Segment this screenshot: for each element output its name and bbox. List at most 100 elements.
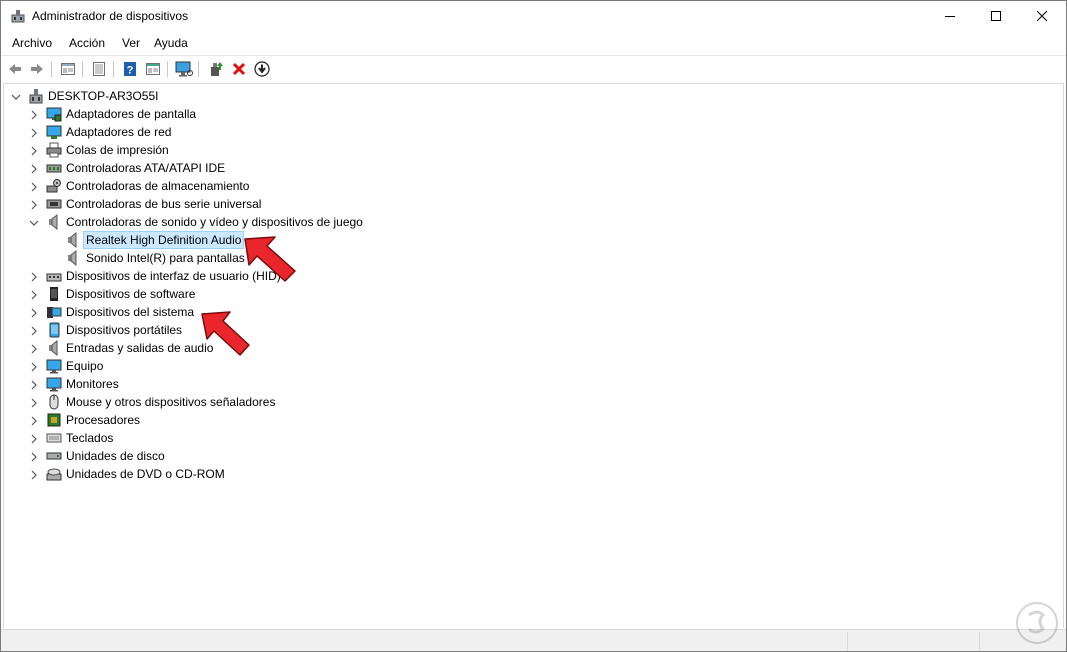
tree-item-usb-controllers[interactable]: Controladoras de bus serie universal (4, 195, 1063, 213)
monitor-icon (46, 376, 62, 392)
show-hide-console-button[interactable] (58, 59, 78, 79)
chevron-right-icon[interactable] (29, 361, 39, 372)
chevron-down-icon[interactable] (29, 217, 39, 227)
tree-item-print-queues[interactable]: Colas de impresión (4, 141, 1063, 159)
minimize-button[interactable] (927, 1, 973, 31)
menu-accion[interactable]: Acción (69, 36, 105, 50)
uninstall-button[interactable] (229, 59, 249, 79)
svg-text:?: ? (127, 65, 134, 77)
tree-item-label: Equipo (66, 359, 104, 373)
scan-hardware-button[interactable] (174, 59, 194, 79)
computer-icon (46, 358, 62, 374)
chevron-right-icon[interactable] (29, 379, 39, 390)
device-manager-app-icon (11, 9, 25, 23)
show-icon (146, 63, 160, 75)
tree-item-display-adapters[interactable]: Adaptadores de pantalla (4, 105, 1063, 123)
disable-device-button[interactable] (252, 59, 272, 79)
menu-ver[interactable]: Ver (122, 36, 140, 50)
download-icon (254, 61, 270, 77)
tree-item-ide-controllers[interactable]: Controladoras ATA/ATAPI IDE (4, 159, 1063, 177)
speaker-icon (65, 249, 81, 267)
toolbar: ? (1, 55, 1066, 81)
tree-item-computer[interactable]: Equipo (4, 357, 1063, 375)
chevron-right-icon[interactable] (29, 289, 39, 300)
chevron-right-icon[interactable] (29, 343, 39, 354)
tree-item-storage-controllers[interactable]: Controladoras de almacenamiento (4, 177, 1063, 195)
computer-tower-icon (28, 88, 44, 104)
tree-item-keyboards[interactable]: Teclados (4, 429, 1063, 447)
tree-item-label: Unidades de DVD o CD-ROM (66, 467, 225, 481)
chevron-right-icon[interactable] (29, 181, 39, 192)
chevron-right-icon[interactable] (29, 145, 39, 156)
window-title: Administrador de dispositivos (32, 9, 189, 23)
tree-item-hid[interactable]: Dispositivos de interfaz de usuario (HID… (4, 267, 1063, 285)
chevron-right-icon[interactable] (29, 415, 39, 426)
device-tree: DESKTOP-AR3O55I Adaptadores de pantalla … (3, 83, 1064, 628)
print-queue-icon (46, 142, 62, 158)
tree-child-label: Sonido Intel(R) para pantallas (86, 251, 245, 265)
chevron-right-icon[interactable] (29, 433, 39, 444)
toolbar-separator (82, 61, 83, 77)
dvd-drive-icon (46, 466, 62, 482)
forward-button[interactable] (27, 59, 47, 79)
tree-child-realtek-audio[interactable]: Realtek High Definition Audio (4, 231, 1063, 249)
tree-item-label: Dispositivos de software (66, 287, 196, 301)
chevron-right-icon[interactable] (29, 397, 39, 408)
chevron-right-icon[interactable] (29, 469, 39, 480)
chevron-right-icon[interactable] (29, 325, 39, 336)
help-icon: ? (124, 62, 136, 77)
tree-root[interactable]: DESKTOP-AR3O55I (4, 87, 1063, 105)
menu-ayuda[interactable]: Ayuda (154, 36, 188, 50)
tree-item-processors[interactable]: Procesadores (4, 411, 1063, 429)
update-driver-button[interactable] (206, 59, 226, 79)
tree-item-monitors[interactable]: Monitores (4, 375, 1063, 393)
chevron-right-icon[interactable] (29, 163, 39, 174)
chevron-right-icon[interactable] (29, 199, 39, 210)
tree-item-mouse[interactable]: Mouse y otros dispositivos señaladores (4, 393, 1063, 411)
help-button[interactable]: ? (120, 59, 140, 79)
list-view-button[interactable] (89, 59, 109, 79)
title-bar: Administrador de dispositivos (1, 1, 1066, 31)
tree-item-dvd-drives[interactable]: Unidades de DVD o CD-ROM (4, 465, 1063, 483)
tree-item-label: Dispositivos portátiles (66, 323, 183, 337)
tree-root-label: DESKTOP-AR3O55I (48, 89, 159, 103)
chevron-right-icon[interactable] (29, 109, 39, 120)
uninstall-icon (232, 62, 246, 76)
speaker-icon (65, 231, 81, 249)
back-button[interactable] (5, 59, 25, 79)
tree-item-label: Mouse y otros dispositivos señaladores (66, 395, 276, 409)
menu-archivo[interactable]: Archivo (12, 36, 52, 50)
show-button[interactable] (143, 59, 163, 79)
chevron-right-icon[interactable] (29, 271, 39, 282)
speaker-icon (46, 339, 62, 357)
tree-item-label: Adaptadores de pantalla (66, 107, 197, 121)
network-adapter-icon (46, 124, 62, 140)
tree-item-network-adapters[interactable]: Adaptadores de red (4, 123, 1063, 141)
tree-item-label: Controladoras ATA/ATAPI IDE (66, 161, 226, 175)
tree-item-system-devices[interactable]: Dispositivos del sistema (4, 303, 1063, 321)
tree-item-audio-inputs-outputs[interactable]: Entradas y salidas de audio (4, 339, 1063, 357)
status-bar-pane (847, 632, 979, 650)
chevron-right-icon[interactable] (29, 307, 39, 318)
tree-item-label: Unidades de disco (66, 449, 165, 463)
tree-item-disk-drives[interactable]: Unidades de disco (4, 447, 1063, 465)
ide-controller-icon (46, 160, 62, 176)
speaker-icon (46, 213, 62, 231)
chevron-right-icon[interactable] (29, 451, 39, 462)
close-button[interactable] (1019, 1, 1065, 31)
tree-item-label: Controladoras de sonido y vídeo y dispos… (66, 215, 363, 229)
hid-icon (46, 268, 62, 284)
storage-controller-icon (46, 178, 62, 194)
tree-item-sound-controllers[interactable]: Controladoras de sonido y vídeo y dispos… (4, 213, 1063, 231)
tree-item-software-devices[interactable]: Dispositivos de software (4, 285, 1063, 303)
maximize-button[interactable] (973, 1, 1019, 31)
menu-bar: Archivo Acción Ver Ayuda (1, 32, 1066, 54)
annotation-arrow-icon (244, 236, 296, 282)
chevron-down-icon[interactable] (11, 91, 21, 101)
properties-view-icon (61, 63, 75, 75)
tree-item-portable-devices[interactable]: Dispositivos portátiles (4, 321, 1063, 339)
tree-child-intel-display-audio[interactable]: Sonido Intel(R) para pantallas (4, 249, 1063, 267)
tree-item-label: Monitores (66, 377, 119, 391)
chevron-right-icon[interactable] (29, 127, 39, 138)
list-icon (93, 62, 105, 76)
